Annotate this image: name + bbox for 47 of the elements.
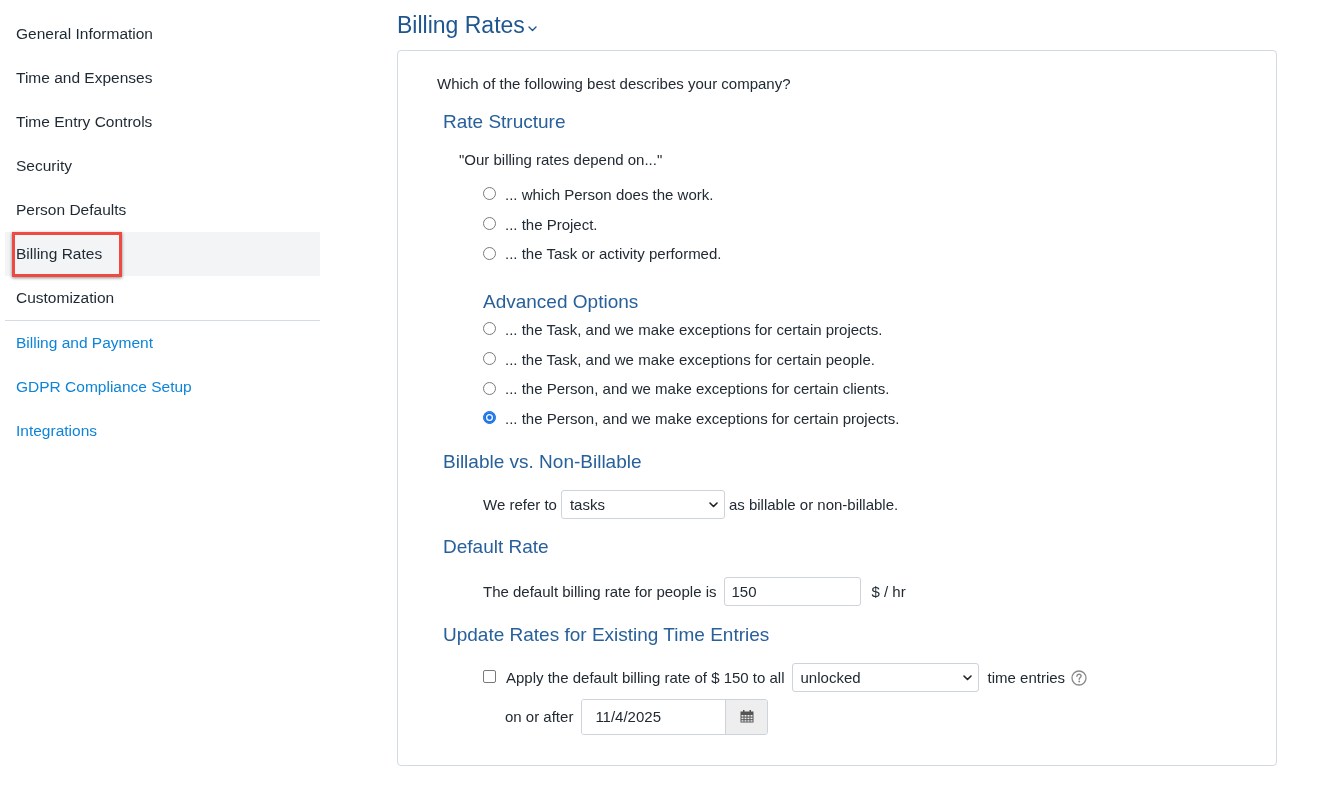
section-heading: Rate Structure	[443, 110, 566, 134]
option-label: ... the Project.	[505, 214, 598, 235]
chevron-down-icon[interactable]	[527, 26, 537, 32]
sidebar-item[interactable]: Billing Rates	[5, 232, 320, 276]
option-label: ... the Person, and we make exceptions for certain clients.	[505, 379, 890, 400]
row-label: The default billing rate for people is	[483, 581, 717, 602]
radio-button[interactable]	[483, 411, 496, 425]
question-text: Which of the following best describes your company?	[437, 74, 791, 94]
sidebar-item[interactable]: Time Entry Controls	[5, 100, 320, 144]
radio-button[interactable]	[483, 246, 496, 260]
sidebar-item[interactable]: Security	[5, 144, 320, 188]
rate-input[interactable]: 150	[724, 577, 862, 607]
radio-button[interactable]	[483, 381, 496, 395]
radio-button[interactable]	[483, 187, 496, 201]
option-label: ... which Person does the work.	[505, 184, 714, 205]
checkbox-label: Apply the default billing rate of $ 150 to all	[506, 667, 785, 688]
sidebar-item[interactable]: Time and Expenses	[5, 56, 320, 100]
caret-icon	[962, 674, 972, 681]
unit-label: $ / hr	[871, 581, 906, 602]
checkbox[interactable]	[483, 670, 496, 684]
sidebar-item[interactable]: General Information	[5, 12, 320, 56]
quote-text: "Our billing rates depend on..."	[459, 150, 663, 170]
sidebar-link[interactable]: GDPR Compliance Setup	[5, 365, 192, 409]
radio-button[interactable]	[483, 322, 496, 336]
row-label: as billable or non-billable.	[728, 494, 899, 515]
sidebar-item[interactable]: Person Defaults	[5, 188, 320, 232]
section-heading: Default Rate	[443, 534, 549, 559]
option-label: ... the Task, and we make exceptions for certain people.	[505, 349, 875, 370]
section-heading: Update Rates for Existing Time Entries	[443, 622, 770, 647]
row-label: on or after	[505, 706, 574, 727]
page-title: Billing Rates	[397, 10, 525, 40]
option-label: ... the Task or activity performed.	[505, 244, 722, 265]
option-label: ... the Person, and we make exceptions for certain projects.	[505, 408, 900, 429]
caret-icon	[708, 501, 718, 508]
entries-dropdown[interactable]: unlocked	[791, 663, 979, 693]
section-heading: Billable vs. Non-Billable	[443, 449, 642, 474]
option-label: ... the Task, and we make exceptions for certain projects.	[505, 319, 883, 340]
radio-button[interactable]	[483, 352, 496, 366]
sidebar-item[interactable]: Customization	[5, 276, 320, 320]
sidebar-link[interactable]: Integrations	[5, 409, 97, 453]
tasks-dropdown[interactable]: tasks	[560, 490, 725, 520]
subsection-heading: Advanced Options	[483, 290, 639, 315]
radio-button[interactable]	[483, 217, 496, 231]
row-label: We refer to	[483, 494, 557, 515]
help-icon[interactable]	[1071, 669, 1088, 686]
row-label: time entries	[987, 667, 1066, 688]
sidebar-link[interactable]: Billing and Payment	[5, 321, 153, 365]
